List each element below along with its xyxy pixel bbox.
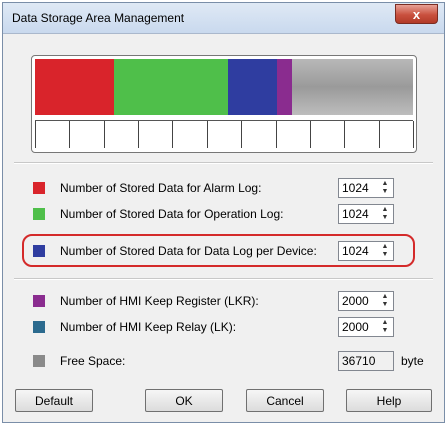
dialog-body: Number of Stored Data for Alarm Log: 102… xyxy=(4,34,443,421)
operation-log-value[interactable]: 1024 xyxy=(342,207,369,221)
spin-down-icon[interactable]: ▼ xyxy=(378,301,392,309)
title-bar[interactable]: Data Storage Area Management x xyxy=(3,3,444,34)
data-log-label: Number of Stored Data for Data Log per D… xyxy=(60,244,317,258)
dialog-title: Data Storage Area Management xyxy=(12,11,185,25)
scale-tick xyxy=(344,121,346,148)
storage-scale xyxy=(35,120,414,149)
scale-tick xyxy=(413,121,414,148)
data-log-spinner[interactable]: 1024 ▲ ▼ xyxy=(338,241,394,261)
scale-tick xyxy=(309,121,311,148)
close-icon: x xyxy=(412,7,421,22)
alarm-log-label: Number of Stored Data for Alarm Log: xyxy=(60,181,262,195)
data-log-segment xyxy=(227,59,277,115)
spin-down-icon[interactable]: ▼ xyxy=(378,251,392,259)
spin-down-icon[interactable]: ▼ xyxy=(378,327,392,335)
data-log-color-swatch xyxy=(33,245,45,257)
scale-tick xyxy=(378,121,380,148)
keep-register-label: Number of HMI Keep Register (LKR): xyxy=(60,294,259,308)
scale-tick xyxy=(275,121,277,148)
cancel-button[interactable]: Cancel xyxy=(246,389,324,412)
scale-tick xyxy=(103,121,105,148)
scale-tick xyxy=(69,121,71,148)
ok-button[interactable]: OK xyxy=(145,389,223,412)
operation-log-label: Number of Stored Data for Operation Log: xyxy=(60,207,284,221)
scale-tick xyxy=(138,121,140,148)
free-space-label: Free Space: xyxy=(60,354,126,368)
free-space-segment xyxy=(292,59,413,115)
keep-register-value[interactable]: 2000 xyxy=(342,294,369,308)
default-button[interactable]: Default xyxy=(15,389,93,412)
spin-down-icon[interactable]: ▼ xyxy=(378,188,392,196)
keep-register-color-swatch xyxy=(33,295,45,307)
free-space-field: 36710 xyxy=(338,351,394,371)
operation-log-spinner[interactable]: 1024 ▲ ▼ xyxy=(338,204,394,224)
dialog-window: Data Storage Area Management x Number of… xyxy=(2,2,445,423)
spin-up-icon[interactable]: ▲ xyxy=(378,293,392,301)
keep-relay-spinner[interactable]: 2000 ▲ ▼ xyxy=(338,317,394,337)
scale-tick xyxy=(35,121,36,148)
operation-log-color-swatch xyxy=(33,208,45,220)
spin-up-icon[interactable]: ▲ xyxy=(378,319,392,327)
scale-tick xyxy=(206,121,208,148)
storage-segments xyxy=(35,59,413,115)
alarm-log-value[interactable]: 1024 xyxy=(342,181,369,195)
spin-down-icon[interactable]: ▼ xyxy=(378,214,392,222)
scale-tick xyxy=(172,121,174,148)
alarm-log-segment xyxy=(35,59,115,115)
keep-relay-label: Number of HMI Keep Relay (LK): xyxy=(60,320,237,334)
data-log-value[interactable]: 1024 xyxy=(342,244,369,258)
free-space-color-swatch xyxy=(33,355,45,367)
free-space-unit: byte xyxy=(401,354,424,368)
spin-up-icon[interactable]: ▲ xyxy=(378,206,392,214)
keep-relay-value[interactable]: 2000 xyxy=(342,320,369,334)
alarm-log-color-swatch xyxy=(33,182,45,194)
spin-up-icon[interactable]: ▲ xyxy=(378,243,392,251)
operation-log-segment xyxy=(114,59,228,115)
keep-relay-color-swatch xyxy=(33,321,45,333)
help-button[interactable]: Help xyxy=(346,389,432,412)
scale-tick xyxy=(241,121,243,148)
spin-up-icon[interactable]: ▲ xyxy=(378,180,392,188)
close-button[interactable]: x xyxy=(395,4,438,24)
separator xyxy=(14,278,433,280)
storage-usage-bar xyxy=(31,55,417,153)
alarm-log-spinner[interactable]: 1024 ▲ ▼ xyxy=(338,178,394,198)
hmi-keep-register-segment xyxy=(276,59,292,115)
free-space-value: 36710 xyxy=(342,354,376,368)
keep-register-spinner[interactable]: 2000 ▲ ▼ xyxy=(338,291,394,311)
separator xyxy=(14,162,433,164)
